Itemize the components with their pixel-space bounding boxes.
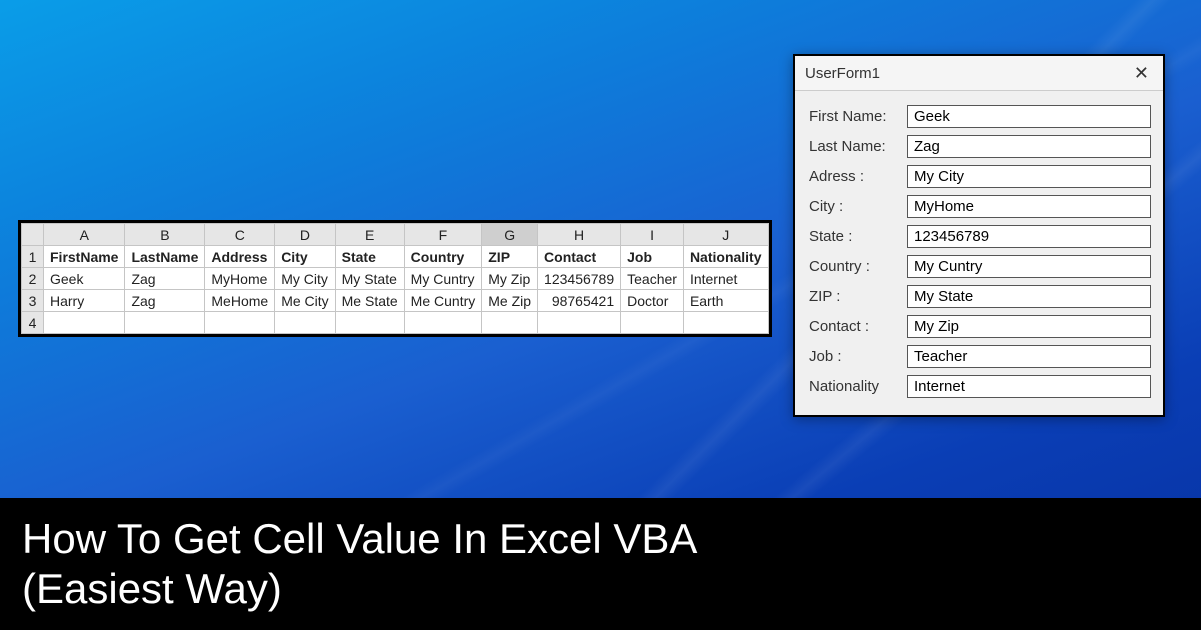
userform-window: UserForm1 ✕ First Name: Last Name: Adres…	[793, 54, 1165, 417]
row-head-1[interactable]: 1	[22, 246, 44, 268]
cell[interactable]: MyHome	[205, 268, 275, 290]
userform-body: First Name: Last Name: Adress : City : S…	[795, 91, 1163, 415]
row-head-2[interactable]: 2	[22, 268, 44, 290]
cell[interactable]: 123456789	[538, 268, 621, 290]
col-head-g[interactable]: G	[482, 224, 538, 246]
cell[interactable]: Nationality	[683, 246, 768, 268]
cell[interactable]	[335, 312, 404, 334]
input-nationality[interactable]	[907, 375, 1151, 398]
cell[interactable]: My Cuntry	[404, 268, 482, 290]
cell[interactable]: Me Zip	[482, 290, 538, 312]
cell[interactable]: State	[335, 246, 404, 268]
userform-title: UserForm1	[805, 65, 880, 82]
col-head-d[interactable]: D	[275, 224, 335, 246]
cell[interactable]	[205, 312, 275, 334]
label-country: Country :	[809, 258, 899, 275]
cell[interactable]	[482, 312, 538, 334]
cell[interactable]: Me Cuntry	[404, 290, 482, 312]
label-address: Adress :	[809, 168, 899, 185]
cell[interactable]: My City	[275, 268, 335, 290]
userform-titlebar[interactable]: UserForm1 ✕	[795, 56, 1163, 91]
row-head-3[interactable]: 3	[22, 290, 44, 312]
cell[interactable]: Contact	[538, 246, 621, 268]
col-head-b[interactable]: B	[125, 224, 205, 246]
cell[interactable]	[683, 312, 768, 334]
row-head-4[interactable]: 4	[22, 312, 44, 334]
cell[interactable]	[621, 312, 684, 334]
col-head-i[interactable]: I	[621, 224, 684, 246]
cell[interactable]: FirstName	[44, 246, 125, 268]
cell[interactable]: LastName	[125, 246, 205, 268]
cell[interactable]	[125, 312, 205, 334]
cell[interactable]: Doctor	[621, 290, 684, 312]
label-lastname: Last Name:	[809, 138, 899, 155]
select-all-corner[interactable]	[22, 224, 44, 246]
cell[interactable]	[275, 312, 335, 334]
cell[interactable]: Teacher	[621, 268, 684, 290]
col-head-f[interactable]: F	[404, 224, 482, 246]
article-title-bar: How To Get Cell Value In Excel VBA (Easi…	[0, 498, 1201, 630]
col-head-c[interactable]: C	[205, 224, 275, 246]
label-firstname: First Name:	[809, 108, 899, 125]
cell[interactable]: Job	[621, 246, 684, 268]
cell[interactable]: ZIP	[482, 246, 538, 268]
input-country[interactable]	[907, 255, 1151, 278]
cell[interactable]: Internet	[683, 268, 768, 290]
label-state: State :	[809, 228, 899, 245]
title-line2: (Easiest Way)	[22, 565, 282, 612]
cell[interactable]: Zag	[125, 268, 205, 290]
input-firstname[interactable]	[907, 105, 1151, 128]
col-head-j[interactable]: J	[683, 224, 768, 246]
article-title: How To Get Cell Value In Excel VBA (Easi…	[22, 514, 697, 613]
label-city: City :	[809, 198, 899, 215]
label-zip: ZIP :	[809, 288, 899, 305]
cell[interactable]: 98765421	[538, 290, 621, 312]
input-city[interactable]	[907, 195, 1151, 218]
input-lastname[interactable]	[907, 135, 1151, 158]
input-zip[interactable]	[907, 285, 1151, 308]
input-address[interactable]	[907, 165, 1151, 188]
close-icon[interactable]: ✕	[1128, 62, 1155, 84]
label-contact: Contact :	[809, 318, 899, 335]
cell[interactable]: Zag	[125, 290, 205, 312]
label-nationality: Nationality	[809, 378, 899, 395]
cell[interactable]: Address	[205, 246, 275, 268]
cell[interactable]: Geek	[44, 268, 125, 290]
cell[interactable]: Country	[404, 246, 482, 268]
cell[interactable]	[404, 312, 482, 334]
cell[interactable]: Harry	[44, 290, 125, 312]
col-head-e[interactable]: E	[335, 224, 404, 246]
cell[interactable]: City	[275, 246, 335, 268]
excel-grid-panel: A B C D E F G H I J 1 FirstName LastName…	[18, 220, 772, 337]
input-state[interactable]	[907, 225, 1151, 248]
excel-table[interactable]: A B C D E F G H I J 1 FirstName LastName…	[21, 223, 769, 334]
cell[interactable]	[538, 312, 621, 334]
cell[interactable]: My State	[335, 268, 404, 290]
cell[interactable]: Earth	[683, 290, 768, 312]
cell[interactable]	[44, 312, 125, 334]
col-head-a[interactable]: A	[44, 224, 125, 246]
cell[interactable]: My Zip	[482, 268, 538, 290]
col-head-h[interactable]: H	[538, 224, 621, 246]
input-job[interactable]	[907, 345, 1151, 368]
cell[interactable]: Me State	[335, 290, 404, 312]
input-contact[interactable]	[907, 315, 1151, 338]
title-line1: How To Get Cell Value In Excel VBA	[22, 515, 697, 562]
label-job: Job :	[809, 348, 899, 365]
cell[interactable]: MeHome	[205, 290, 275, 312]
cell[interactable]: Me City	[275, 290, 335, 312]
